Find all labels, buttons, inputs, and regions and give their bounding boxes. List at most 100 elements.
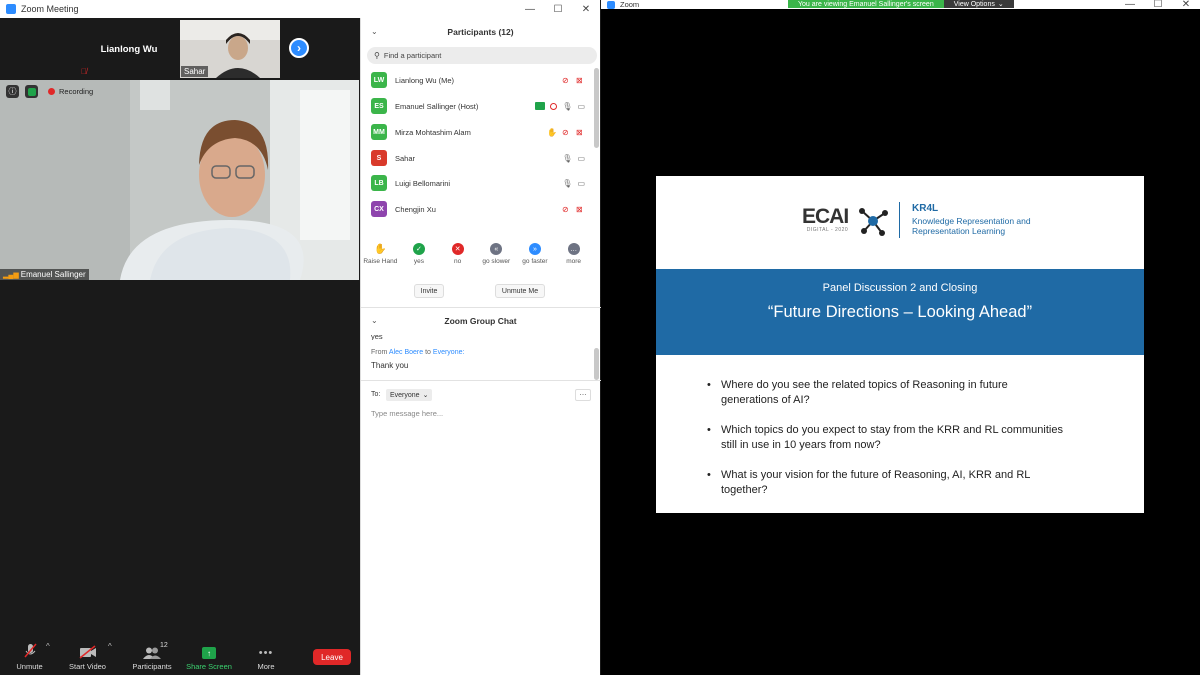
participants-scrollbar[interactable] (594, 68, 599, 148)
ecai-logo-text: ECAI (802, 205, 849, 228)
participant-row[interactable]: MM Mirza Mohtashim Alam ✋ ⊘ ⊠ (361, 120, 593, 144)
mic-muted-icon: ⊘ (562, 75, 569, 85)
divider (361, 307, 601, 308)
leave-button[interactable]: Leave (313, 649, 351, 665)
kr4l-logo: KR4L Knowledge Representation and Repres… (912, 203, 1031, 236)
raised-hand-icon: ✋ (547, 127, 557, 137)
mic-icon: 🎙 (562, 178, 573, 188)
reaction-label: yes (413, 258, 425, 265)
video-options-caret[interactable]: ^ (108, 642, 112, 651)
more-label: More (257, 662, 275, 671)
more-button[interactable]: ••• More (252, 641, 280, 671)
maximize-button[interactable]: ☐ (1144, 0, 1172, 10)
participant-name: Emanuel Sallinger (Host) (395, 101, 479, 111)
video-icon: ▭ (577, 101, 585, 111)
participant-search-input[interactable]: ⚲ Find a participant (367, 47, 597, 64)
speaker-name: Emanuel Sallinger (20, 270, 86, 279)
sender-name[interactable]: Alec Boere (389, 349, 423, 356)
participant-name: Luigi Bellomarini (395, 178, 451, 188)
rewind-icon: « (490, 243, 503, 255)
start-video-button[interactable]: Start Video (65, 641, 110, 671)
avatar: S (371, 150, 387, 166)
video-off-icon: ⊠ (576, 75, 583, 85)
participant-name: Lianlong Wu (Me) (395, 75, 455, 85)
close-button[interactable]: ✕ (572, 0, 600, 18)
kr4l-line2: Representation Learning (912, 226, 1006, 236)
maximize-button[interactable]: ☐ (544, 0, 572, 18)
slide-bullet: Which topics do you expect to stay from … (707, 423, 1111, 453)
start-video-label: Start Video (69, 662, 106, 671)
audio-options-caret[interactable]: ^ (46, 642, 50, 651)
mic-muted-icon: 🎙̸ (81, 67, 87, 76)
chevron-down-icon: ⌄ (997, 1, 1004, 8)
info-icon[interactable]: ⓘ (6, 85, 19, 98)
thumbnail-sahar[interactable]: Sahar (180, 20, 280, 78)
share-banner: You are viewing Emanuel Sallinger's scre… (788, 0, 1014, 8)
share-screen-button[interactable]: ↑ Share Screen (186, 641, 232, 671)
view-options-button[interactable]: View Options ⌄ (943, 0, 1014, 8)
mic-muted-icon: ⊘ (562, 127, 569, 137)
chat-more-button[interactable]: ⋯ (575, 389, 591, 401)
share-screen-label: Share Screen (186, 662, 232, 671)
thumbnail-name: Lianlong Wu (100, 44, 158, 55)
speaker-video-frame (0, 80, 359, 280)
minimize-button[interactable]: — (1116, 0, 1144, 10)
raise-hand-button[interactable]: ✋ Raise Hand (361, 243, 399, 273)
video-icon: ▭ (577, 178, 585, 188)
close-button[interactable]: ✕ (1172, 0, 1200, 10)
participant-row[interactable]: LB Luigi Bellomarini 🎙 ▭ (361, 171, 593, 195)
recipient-dropdown[interactable]: Everyone ⌄ (386, 389, 433, 401)
encryption-shield-icon[interactable] (25, 85, 38, 98)
unmute-me-button[interactable]: Unmute Me (495, 284, 545, 298)
bullet-line: What is your vision for the future of Re… (721, 469, 1031, 481)
x-icon: ✕ (451, 243, 464, 255)
mic-muted-icon (23, 643, 37, 658)
go-slower-button[interactable]: « go slower (477, 243, 515, 273)
participants-count: 12 (160, 642, 168, 649)
no-button[interactable]: ✕ no (439, 243, 477, 273)
record-dot-icon (48, 88, 55, 95)
unmute-label: Unmute (16, 662, 43, 671)
zoom-logo-icon (607, 0, 615, 9)
participant-row[interactable]: CX Chengjin Xu ⊘ ⊠ (361, 197, 593, 221)
network-molecule-icon (859, 208, 888, 236)
slide-title: “Future Directions – Looking Ahead” (767, 303, 1033, 321)
check-icon: ✓ (412, 243, 425, 255)
recording-icon (550, 102, 558, 110)
reaction-label: no (454, 258, 462, 265)
slide-title-band: Panel Discussion 2 and Closing “Future D… (656, 269, 1144, 355)
minimize-button[interactable]: — (516, 0, 544, 18)
to-word: to (425, 349, 431, 356)
more-reactions-button[interactable]: … more (555, 243, 593, 273)
hand-icon: ✋ (374, 243, 387, 255)
bullet-line: generations of AI? (721, 394, 810, 406)
chat-message-partial: yes (371, 332, 383, 340)
invite-button[interactable]: Invite (414, 284, 444, 298)
participant-row[interactable]: ES Emanuel Sallinger (Host) 🎙 ▭ (361, 94, 593, 118)
participants-label: Participants (132, 662, 172, 671)
divider (361, 380, 601, 381)
participants-title: Participants (12) (447, 27, 514, 37)
zoom-meeting-window: Zoom Meeting — ☐ ✕ Lianlong Wu 🎙̸ Sahar … (0, 0, 601, 675)
window-title: Zoom Meeting (21, 4, 79, 14)
chat-title: Zoom Group Chat (444, 316, 517, 326)
kr4l-title: KR4L (912, 203, 939, 214)
thumbnail-lianlong-wu[interactable]: Lianlong Wu 🎙̸ (79, 20, 179, 78)
meeting-toolbar: Unmute ^ Start Video ^ 12 Participants ↑… (0, 631, 359, 675)
next-page-button[interactable]: › (289, 38, 309, 58)
participant-name: Mirza Mohtashim Alam (395, 127, 471, 137)
chat-message-input[interactable]: Type message here... (371, 409, 443, 418)
chevron-down-icon: ⌄ (422, 392, 429, 399)
yes-button[interactable]: ✓ yes (400, 243, 438, 273)
chat-scrollbar[interactable] (594, 348, 599, 380)
mic-muted-icon: ⊘ (562, 204, 569, 214)
avatar: LB (371, 175, 387, 191)
participant-row[interactable]: S Sahar 🎙 ▭ (361, 146, 593, 170)
go-faster-button[interactable]: » go faster (516, 243, 554, 273)
participants-button[interactable]: 12 Participants (130, 641, 174, 671)
participant-row[interactable]: LW Lianlong Wu (Me) ⊘ ⊠ (361, 68, 593, 92)
bullet-line: Which topics do you expect to stay from … (721, 424, 1063, 436)
reaction-label: go slower (482, 258, 511, 265)
thumbnail-name: Sahar (181, 66, 209, 77)
unmute-button[interactable]: Unmute (12, 641, 47, 671)
